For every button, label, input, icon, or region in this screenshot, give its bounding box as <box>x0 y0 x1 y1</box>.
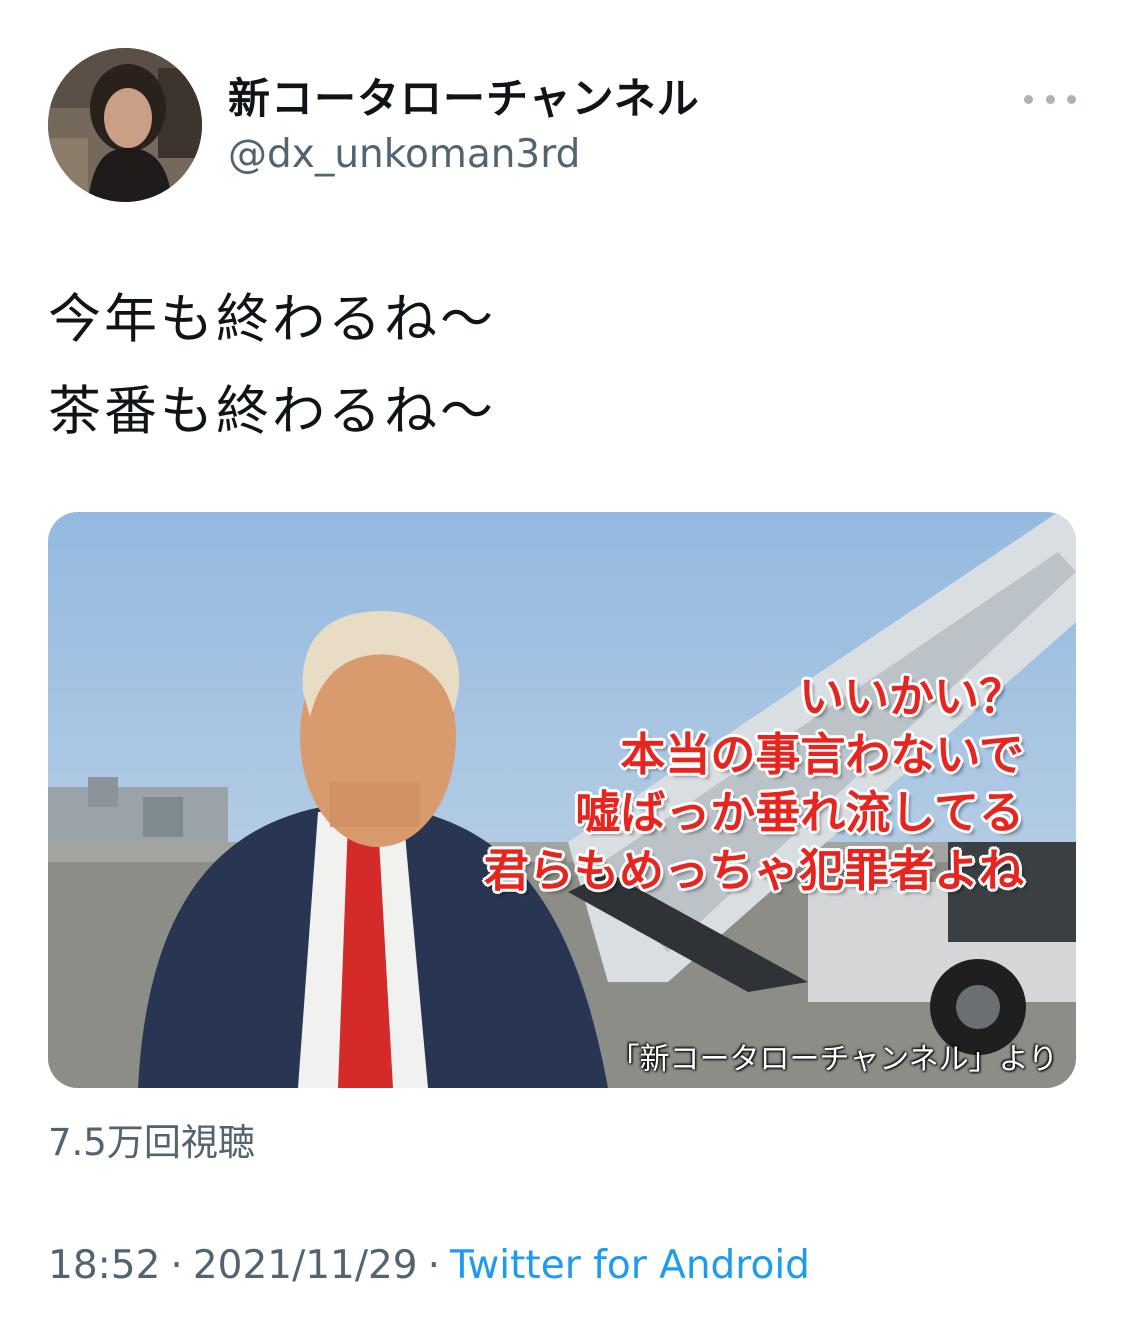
avatar[interactable] <box>48 48 202 202</box>
tweet-metadata: 18:52 · 2021/11/29 · Twitter for Android <box>48 1242 810 1290</box>
tweet-date[interactable]: 2021/11/29 <box>193 1243 418 1288</box>
separator: · <box>427 1243 441 1288</box>
view-count: 7.5万回視聴 <box>48 1121 255 1164</box>
source-link[interactable]: Twitter for Android <box>450 1243 810 1288</box>
video-player[interactable]: いいかい？ 本当の事言わないで 嘘ばっか垂れ流してる 君らもめっちゃ犯罪者よね … <box>48 512 1076 1088</box>
more-horizontal-icon[interactable] <box>1024 82 1076 116</box>
separator: · <box>170 1243 183 1288</box>
video-credit: 「新コータローチャンネル」より <box>609 1042 1059 1077</box>
dot-icon <box>1067 94 1076 104</box>
dot-icon <box>1045 94 1055 104</box>
avatar-image <box>48 48 202 202</box>
tweet-time[interactable]: 18:52 <box>48 1243 160 1288</box>
display-name[interactable]: 新コータローチャンネル <box>228 74 700 124</box>
subtitle-line: 嘘ばっか垂れ流してる <box>575 786 1024 839</box>
subtitle-line: 君らもめっちゃ犯罪者よね <box>483 844 1024 897</box>
video-subtitles: いいかい？ 本当の事言わないで 嘘ばっか垂れ流してる 君らもめっちゃ犯罪者よね <box>484 668 1024 900</box>
subtitle-line: いいかい？ <box>798 670 1024 723</box>
dot-icon <box>1024 94 1033 104</box>
tweet-text: 今年も終わるね〜 茶番も終わるね〜 <box>48 274 496 458</box>
tweet-line: 今年も終わるね〜 <box>48 289 496 350</box>
subtitle-line: 本当の事言わないで <box>620 728 1024 781</box>
user-handle[interactable]: @dx_unkoman3rd <box>228 132 580 178</box>
tweet-line: 茶番も終わるね〜 <box>48 381 496 442</box>
